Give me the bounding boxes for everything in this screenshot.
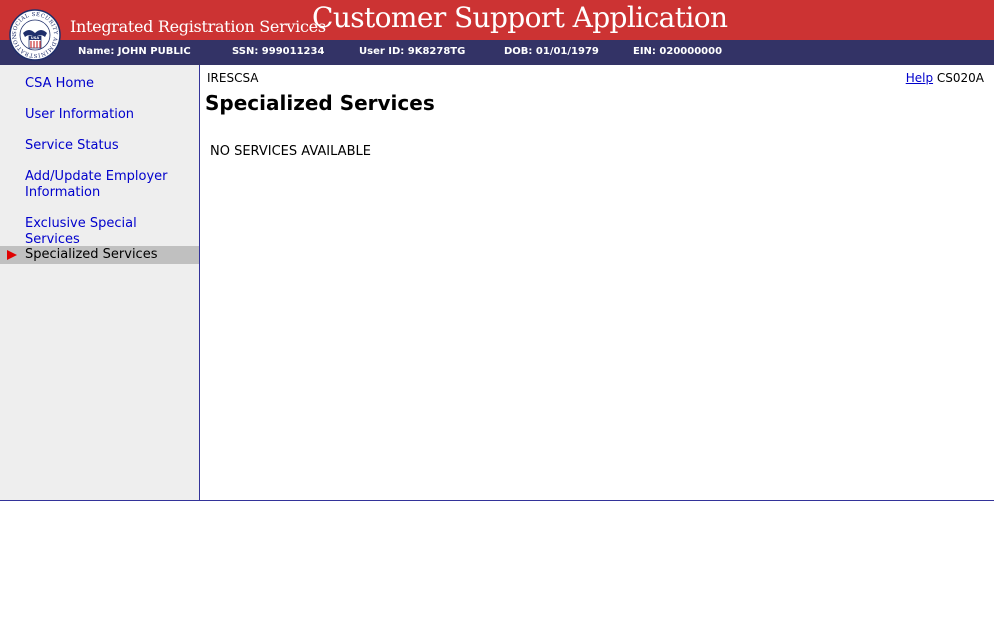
user-dob: DOB: 01/01/1979 — [504, 46, 599, 57]
sidebar-item-add-update-employer[interactable]: Add/Update Employer Information — [25, 169, 193, 201]
user-ein: EIN: 020000000 — [633, 46, 723, 57]
sidebar-item-specialized-services[interactable]: Specialized Services — [25, 247, 193, 263]
sidebar-item-user-information[interactable]: User Information — [25, 107, 193, 123]
ssa-seal-logo: SOCIAL SECURITY ADMINISTRATION USA — [9, 9, 61, 61]
screen-id: CS020A — [936, 71, 984, 85]
page-title: Specialized Services — [205, 91, 435, 115]
user-ssn: SSN: 999011234 — [232, 46, 325, 57]
app-header: Integrated Registration Services Custome… — [0, 0, 994, 40]
red-triangle-right-icon — [7, 250, 17, 260]
app-title: Customer Support Application — [312, 1, 728, 34]
user-id: User ID: 9K8278TG — [359, 46, 466, 57]
org-title: Integrated Registration Services — [70, 17, 326, 36]
main-content: IRESCSA Help CS020A Specialized Services… — [200, 65, 994, 500]
sidebar-nav: CSA Home User Information Service Status… — [0, 65, 200, 500]
help-area: Help CS020A — [906, 71, 984, 85]
sidebar-item-exclusive-special-services[interactable]: Exclusive Special Services — [25, 216, 193, 248]
sidebar-item-csa-home[interactable]: CSA Home — [25, 76, 193, 92]
sidebar-item-service-status[interactable]: Service Status — [25, 138, 193, 154]
help-link[interactable]: Help — [906, 71, 933, 85]
user-info-bar: Name: JOHN PUBLIC SSN: 999011234 User ID… — [0, 40, 994, 65]
content-bottom-border — [0, 500, 994, 501]
status-message: NO SERVICES AVAILABLE — [210, 144, 371, 159]
svg-text:USA: USA — [31, 36, 40, 40]
user-name: Name: JOHN PUBLIC — [78, 46, 191, 57]
app-code: IRESCSA — [207, 71, 259, 85]
